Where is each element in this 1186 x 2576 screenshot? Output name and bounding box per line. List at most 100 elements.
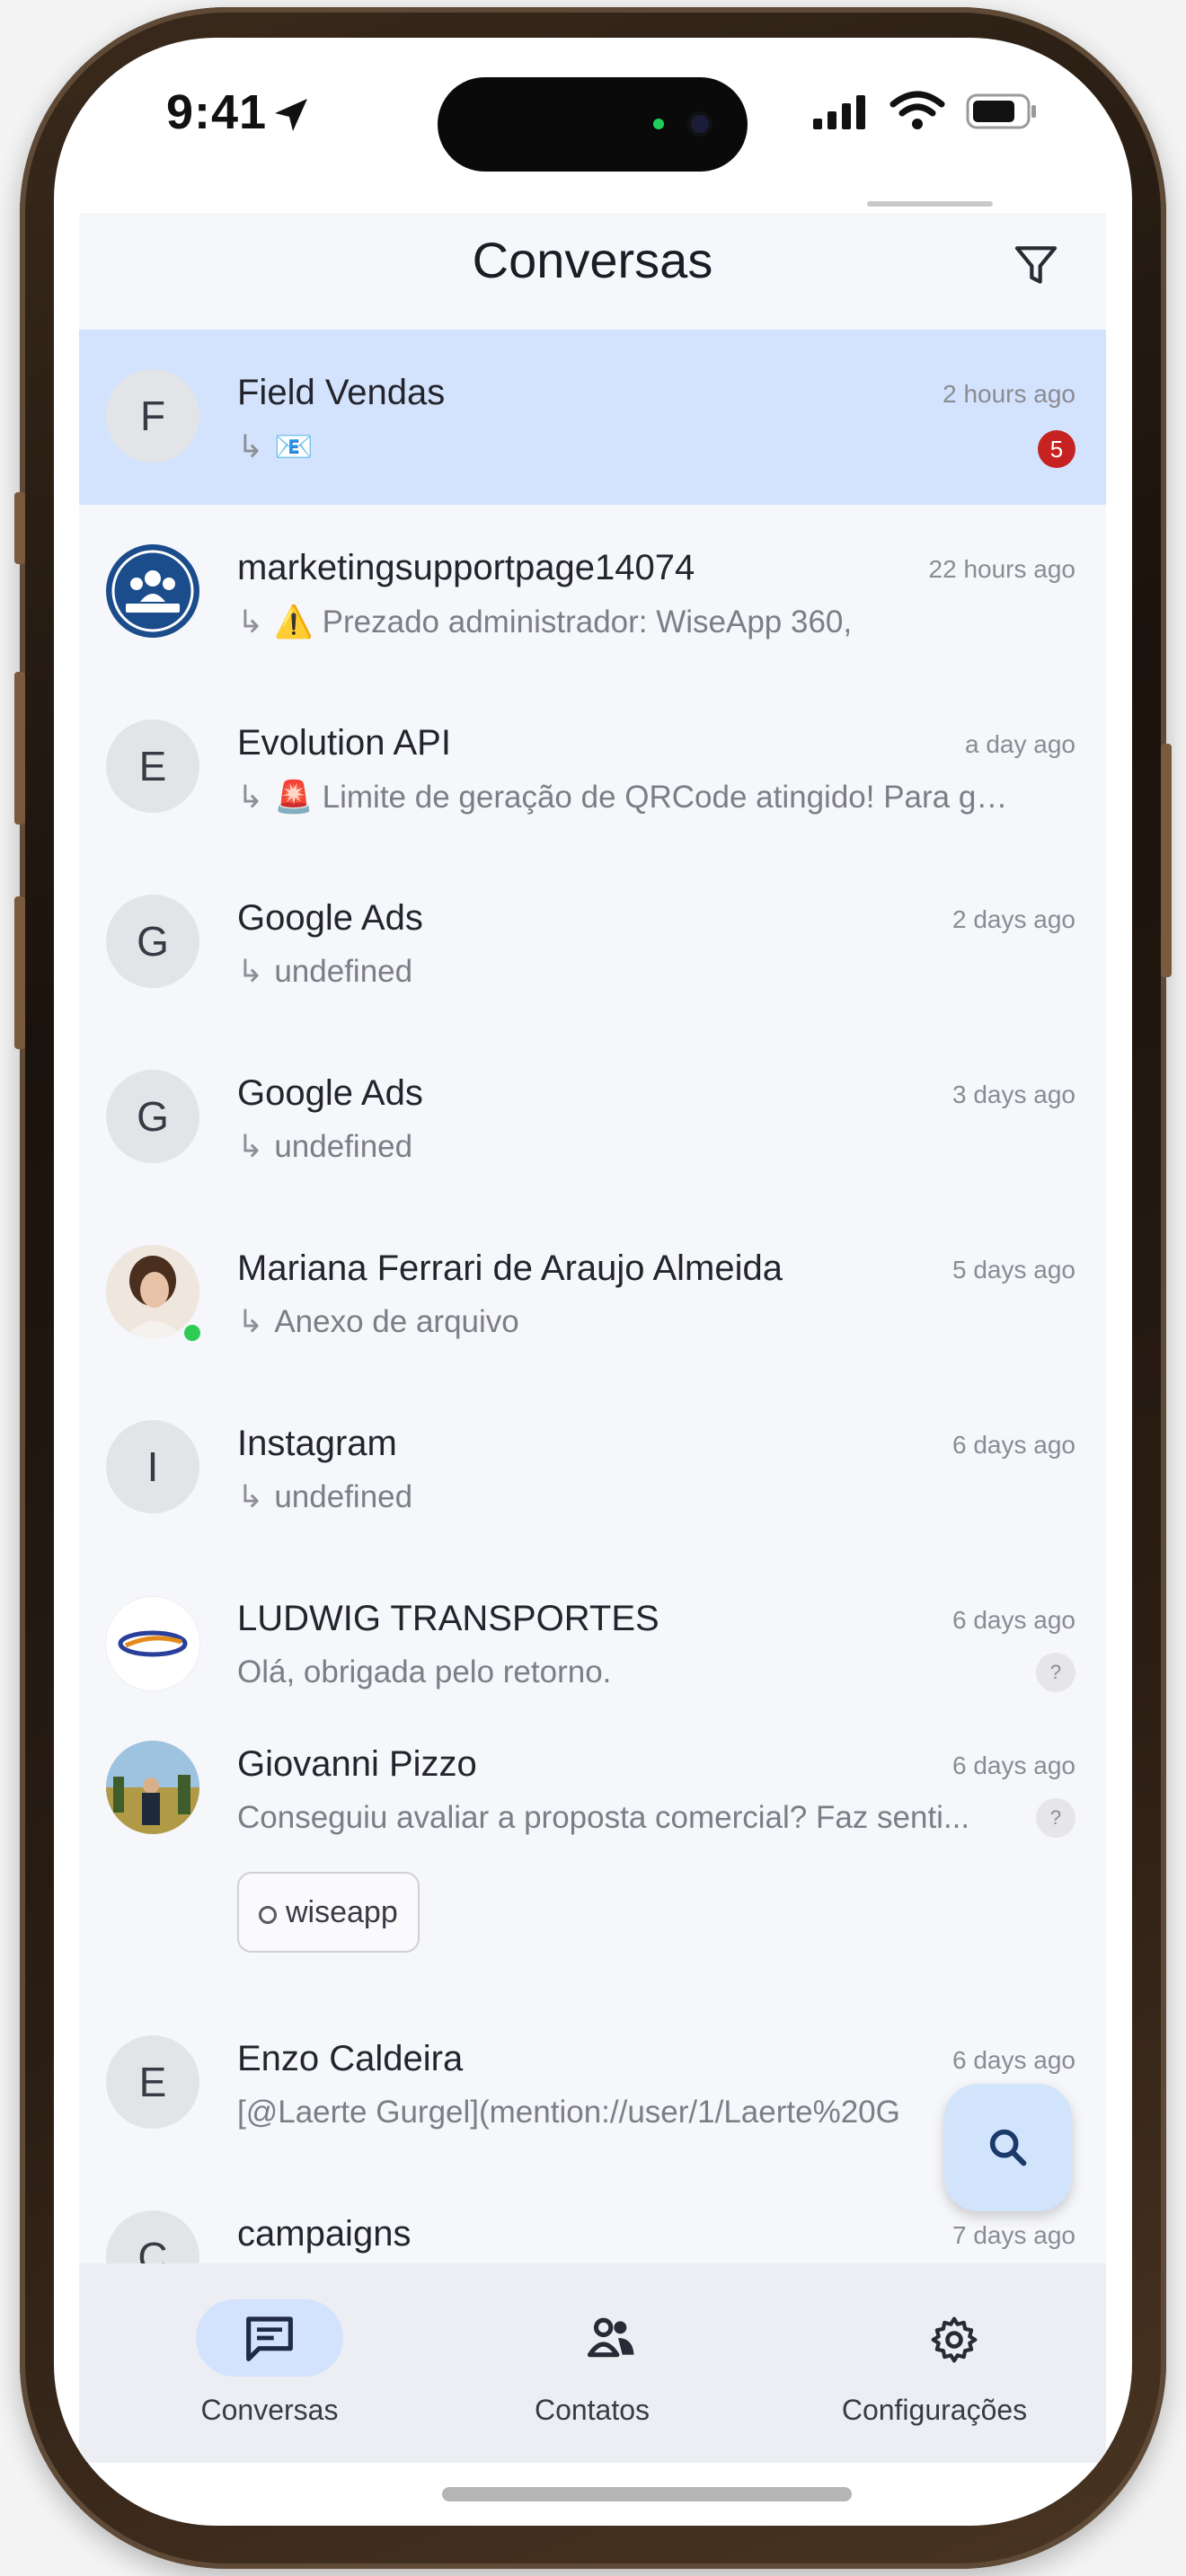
conversation-name: Giovanni Pizzo: [237, 1744, 477, 1784]
conversation-name: LUDWIG TRANSPORTES: [237, 1599, 659, 1638]
conversation-name: marketingsupportpage14074: [237, 548, 695, 587]
circle-icon: [259, 1906, 277, 1924]
camera-indicator-icon: [653, 119, 664, 129]
unread-badge: 5: [1038, 430, 1075, 468]
volume-down-button: [14, 896, 25, 1049]
conversation-row[interactable]: G Google Ads 3 days ago ↳ undefined: [79, 1030, 1106, 1205]
reply-icon: ↳: [237, 954, 264, 989]
conversation-time: 7 days ago: [952, 2221, 1075, 2249]
preview-text: undefined: [274, 1479, 413, 1514]
avatar: I: [106, 1420, 199, 1513]
avatar: [106, 544, 199, 638]
conversation-name: Mariana Ferrari de Araujo Almeida: [237, 1248, 783, 1288]
status-badge: ?: [1036, 1653, 1075, 1692]
avatar: E: [106, 719, 199, 813]
front-camera-icon: [687, 111, 712, 137]
envelope-icon: 📧: [274, 429, 314, 464]
conversation-name: Field Vendas: [237, 373, 446, 412]
inbox-chip[interactable]: wiseapp: [237, 1872, 420, 1953]
conversation-preview: ↳ undefined: [237, 1479, 412, 1515]
conversation-row[interactable]: LUDWIG TRANSPORTES 6 days ago Olá, obrig…: [79, 1556, 1106, 1717]
conversation-time: 6 days ago: [952, 1751, 1075, 1779]
conversation-time: 6 days ago: [952, 1606, 1075, 1634]
profile-photo-icon: [106, 1741, 199, 1834]
conversation-preview: ↳ 📧: [237, 428, 314, 465]
preview-text: Limite de geração de QRCode atingido! Pa…: [322, 780, 1010, 815]
filter-icon[interactable]: [1011, 240, 1061, 290]
conversation-time: 6 days ago: [952, 1431, 1075, 1459]
conversation-preview: ↳ undefined: [237, 1129, 412, 1165]
nav-label: Contatos: [534, 2394, 651, 2426]
action-button: [14, 492, 25, 564]
conversation-preview: ↳ ⚠️ Prezado administrador: WiseApp 360,: [237, 604, 852, 640]
phone-screen: 9:41 Conversas F Field Vendas 2 hours ag…: [54, 38, 1132, 2526]
conversation-name: campaigns: [237, 2214, 412, 2254]
ludwig-logo-icon: [106, 1597, 199, 1690]
wifi-icon: [890, 91, 945, 129]
avatar: E: [106, 2035, 199, 2129]
conversation-name: Evolution API: [237, 723, 451, 763]
preview-text: undefined: [274, 954, 413, 989]
online-indicator: [181, 1322, 203, 1344]
conversation-time: 2 days ago: [952, 905, 1075, 933]
cellular-signal-icon: [813, 95, 865, 129]
conversation-name: Instagram: [237, 1424, 397, 1463]
page-title: Conversas: [472, 232, 713, 288]
support-logo-icon: [108, 546, 198, 636]
reply-icon: ↳: [237, 780, 264, 815]
dynamic-island: [438, 77, 748, 172]
conversation-preview: Conseguiu avaliar a proposta comercial? …: [237, 1800, 970, 1835]
conversation-row[interactable]: I Instagram 6 days ago ↳ undefined: [79, 1381, 1106, 1556]
preview-text: Anexo de arquivo: [274, 1304, 519, 1339]
avatar: G: [106, 1070, 199, 1163]
contacts-icon: [587, 2317, 634, 2358]
conversation-name: Google Ads: [237, 1073, 423, 1113]
status-time: 9:41: [166, 85, 268, 139]
preview-text: undefined: [274, 1129, 413, 1164]
conversation-time: a day ago: [965, 730, 1075, 758]
conversation-time: 6 days ago: [952, 2046, 1075, 2074]
nav-label: Configurações: [841, 2394, 1028, 2426]
conversation-row[interactable]: Mariana Ferrari de Araujo Almeida 5 days…: [79, 1205, 1106, 1381]
conversation-preview: [@Laerte Gurgel](mention://user/1/Laerte…: [237, 2095, 900, 2130]
conversation-time: 3 days ago: [952, 1081, 1075, 1108]
search-fab-button[interactable]: [944, 2084, 1072, 2211]
battery-icon: [966, 93, 1036, 129]
gear-icon: [931, 2316, 978, 2363]
chip-label: wiseapp: [286, 1895, 398, 1929]
status-badge: ?: [1036, 1798, 1075, 1838]
reply-icon: ↳: [237, 604, 264, 640]
bottom-navigation: Conversas Contatos Configurações: [79, 2263, 1106, 2463]
location-arrow-icon: [275, 99, 307, 131]
reply-icon: ↳: [237, 429, 264, 464]
nav-item-conversas[interactable]: Conversas: [79, 2263, 420, 2463]
preview-text: Prezado administrador: WiseApp 360,: [322, 604, 853, 640]
nav-label: Conversas: [200, 2394, 339, 2426]
nav-item-contatos[interactable]: Contatos: [421, 2263, 763, 2463]
conversation-name: Enzo Caldeira: [237, 2039, 464, 2078]
conversation-row[interactable]: Giovanni Pizzo 6 days ago Conseguiu aval…: [79, 1717, 1106, 1996]
conversation-row[interactable]: G Google Ads 2 days ago ↳ undefined: [79, 855, 1106, 1030]
avatar: G: [106, 895, 199, 988]
conversation-time: 22 hours ago: [928, 555, 1075, 583]
avatar: [106, 1741, 199, 1834]
conversation-row[interactable]: F Field Vendas 2 hours ago ↳ 📧 5: [79, 330, 1106, 505]
pull-handle: [867, 201, 993, 207]
conversation-preview: ↳ undefined: [237, 954, 412, 990]
conversation-row[interactable]: marketingsupportpage14074 22 hours ago ↳…: [79, 505, 1106, 680]
power-button: [1161, 744, 1172, 977]
home-indicator[interactable]: [442, 2487, 852, 2501]
warning-icon: ⚠️: [274, 604, 314, 640]
conversation-preview: ↳ 🚨 Limite de geração de QRCode atingido!…: [237, 779, 1010, 816]
conversation-preview: Olá, obrigada pelo retorno.: [237, 1654, 612, 1689]
conversation-preview: ↳ Anexo de arquivo: [237, 1304, 519, 1340]
conversation-name: Google Ads: [237, 898, 423, 938]
avatar: F: [106, 369, 199, 463]
nav-item-configuracoes[interactable]: Configurações: [764, 2263, 1105, 2463]
conversation-time: 2 hours ago: [943, 380, 1075, 408]
reply-icon: ↳: [237, 1304, 264, 1339]
conversation-time: 5 days ago: [952, 1256, 1075, 1284]
conversation-row[interactable]: E Evolution API a day ago ↳ 🚨 Limite de g…: [79, 680, 1106, 855]
avatar: [106, 1597, 199, 1690]
app-container: Conversas F Field Vendas 2 hours ago ↳ 📧 …: [79, 213, 1106, 2463]
